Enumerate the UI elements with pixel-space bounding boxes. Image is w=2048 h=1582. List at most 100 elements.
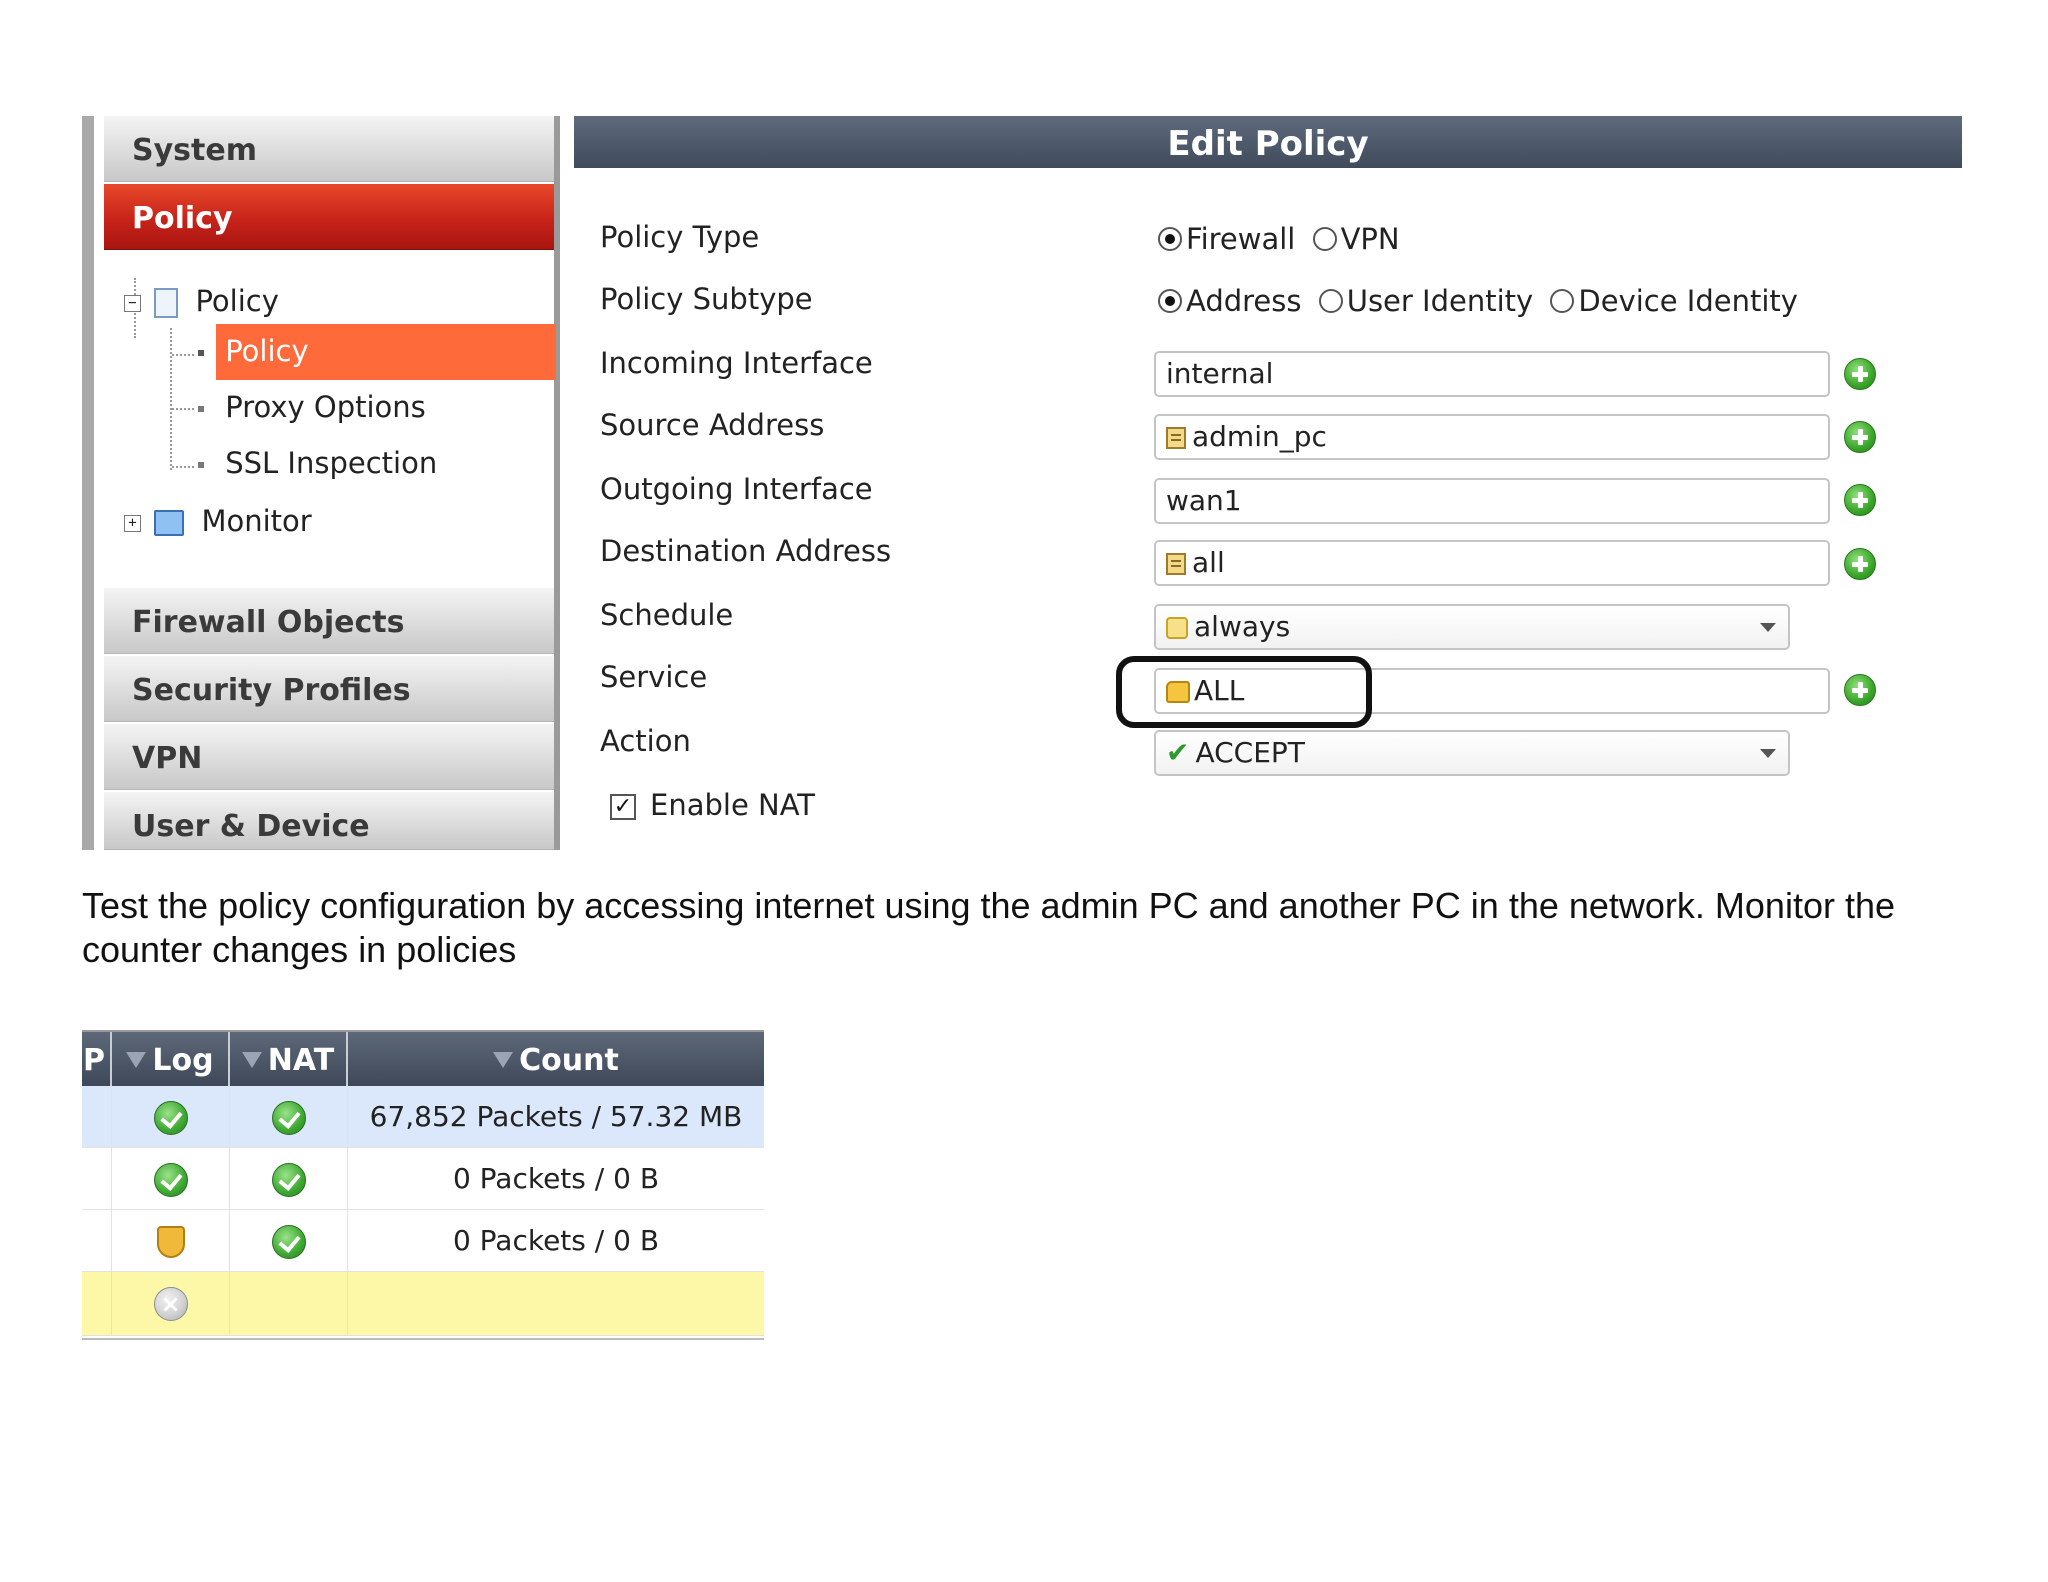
radio-vpn[interactable] bbox=[1312, 227, 1337, 251]
chevron-down-icon bbox=[1760, 623, 1776, 632]
radio-label: User Identity bbox=[1346, 284, 1534, 318]
tree-item-label: Monitor bbox=[201, 504, 312, 538]
policy-type-label: Policy Type bbox=[600, 220, 760, 254]
add-incoming-interface-button[interactable] bbox=[1844, 358, 1876, 390]
cell-nat bbox=[230, 1148, 348, 1210]
column-label: Count bbox=[519, 1043, 619, 1078]
annotation-highlight-circle bbox=[1116, 656, 1372, 728]
cell-p bbox=[82, 1086, 112, 1148]
cell-log bbox=[112, 1148, 230, 1210]
radio-label: Firewall bbox=[1186, 222, 1296, 256]
radio-firewall[interactable] bbox=[1158, 227, 1182, 251]
instruction-text: Test the policy configuration by accessi… bbox=[82, 885, 1896, 970]
radio-label: Device Identity bbox=[1578, 284, 1798, 318]
action-label: Action bbox=[600, 724, 691, 758]
field-value: admin_pc bbox=[1192, 420, 1327, 453]
cell-nat bbox=[230, 1272, 348, 1336]
enabled-check-icon bbox=[153, 1101, 188, 1135]
service-label: Service bbox=[600, 660, 708, 694]
filter-icon[interactable] bbox=[493, 1051, 514, 1068]
collapse-icon[interactable]: − bbox=[124, 294, 141, 312]
destination-address-label: Destination Address bbox=[600, 534, 892, 568]
source-address-field[interactable]: admin_pc bbox=[1154, 414, 1830, 460]
column-header-nat[interactable]: NAT bbox=[230, 1032, 348, 1086]
radio-address[interactable] bbox=[1158, 289, 1182, 313]
checkmark-icon: ✔ bbox=[1166, 736, 1190, 769]
enable-nat-checkbox[interactable]: ✓ bbox=[610, 794, 636, 820]
bullet-icon bbox=[198, 350, 204, 356]
column-label: Log bbox=[152, 1043, 214, 1078]
add-destination-address-button[interactable] bbox=[1844, 548, 1876, 580]
add-outgoing-interface-button[interactable] bbox=[1844, 484, 1876, 516]
tree-connector bbox=[170, 328, 172, 470]
field-value: wan1 bbox=[1166, 484, 1242, 517]
destination-address-field[interactable]: all bbox=[1154, 540, 1830, 586]
cell-nat bbox=[230, 1086, 348, 1148]
cell-p bbox=[82, 1272, 112, 1336]
column-header-count[interactable]: Count bbox=[348, 1032, 764, 1086]
tree-connector bbox=[172, 466, 194, 468]
filter-icon[interactable] bbox=[126, 1051, 147, 1068]
schedule-icon bbox=[1166, 617, 1188, 639]
incoming-interface-field[interactable]: internal bbox=[1154, 351, 1830, 397]
bullet-icon bbox=[198, 462, 204, 468]
cell-log bbox=[112, 1086, 230, 1148]
table-row[interactable]: 0 Packets / 0 B bbox=[82, 1148, 764, 1210]
cell-count: 67,852 Packets / 57.32 MB bbox=[369, 1100, 743, 1133]
policy-list-icon bbox=[154, 288, 179, 318]
bullet-icon bbox=[198, 406, 204, 412]
cell-count: 0 Packets / 0 B bbox=[452, 1224, 660, 1257]
cell-count bbox=[348, 1272, 764, 1336]
chevron-down-icon bbox=[1760, 749, 1776, 758]
cell-nat bbox=[230, 1210, 348, 1272]
outgoing-interface-field[interactable]: wan1 bbox=[1154, 478, 1830, 524]
tree-item-label: Policy bbox=[225, 334, 309, 368]
radio-label: VPN bbox=[1340, 222, 1400, 256]
enable-nat-label: Enable NAT bbox=[650, 788, 815, 822]
table-row[interactable]: 0 Packets / 0 B bbox=[82, 1210, 764, 1272]
policy-subtype-radio-group: Address User Identity Device Identity bbox=[1158, 282, 1806, 318]
policy-subtype-label: Policy Subtype bbox=[600, 282, 813, 316]
edit-policy-panel: Edit Policy Policy Type Firewall VPN Pol… bbox=[574, 116, 1962, 850]
field-value: internal bbox=[1166, 357, 1274, 390]
expand-icon[interactable]: + bbox=[124, 514, 141, 532]
incoming-interface-label: Incoming Interface bbox=[600, 346, 873, 380]
policy-type-radio-group: Firewall VPN bbox=[1158, 220, 1408, 256]
monitor-icon bbox=[154, 510, 185, 536]
field-value: all bbox=[1192, 546, 1225, 579]
add-service-button[interactable] bbox=[1844, 674, 1876, 706]
outgoing-interface-label: Outgoing Interface bbox=[600, 472, 873, 506]
table-row[interactable]: 67,852 Packets / 57.32 MB bbox=[82, 1086, 764, 1148]
filter-icon[interactable] bbox=[241, 1051, 262, 1068]
tree-item-label: SSL Inspection bbox=[225, 446, 438, 480]
tree-item-ssl-inspection[interactable]: SSL Inspection bbox=[198, 438, 437, 488]
tree-item-label: Proxy Options bbox=[225, 390, 426, 424]
radio-device-identity[interactable] bbox=[1550, 289, 1575, 313]
tree-item-proxy-options[interactable]: Proxy Options bbox=[198, 382, 426, 432]
table-row[interactable]: × bbox=[82, 1272, 764, 1336]
source-address-label: Source Address bbox=[600, 408, 825, 442]
schedule-select[interactable]: always bbox=[1154, 604, 1790, 650]
tree-item-policy[interactable]: Policy bbox=[198, 326, 309, 376]
enabled-check-icon bbox=[271, 1225, 306, 1259]
panel-title: Edit Policy bbox=[574, 116, 1962, 168]
tree-item-policy-group[interactable]: − Policy bbox=[124, 276, 279, 326]
add-source-address-button[interactable] bbox=[1844, 421, 1876, 453]
table-header: P Log NAT Count bbox=[82, 1030, 764, 1086]
nav-section-policy[interactable]: Policy bbox=[104, 184, 554, 250]
cell-log: × bbox=[112, 1272, 230, 1336]
enabled-check-icon bbox=[153, 1163, 188, 1197]
tree-item-monitor[interactable]: + Monitor bbox=[124, 496, 312, 546]
column-header-p[interactable]: P bbox=[82, 1032, 112, 1086]
shield-icon bbox=[156, 1226, 185, 1258]
action-select[interactable]: ✔ ACCEPT bbox=[1154, 730, 1790, 776]
nav-section-system[interactable]: System bbox=[104, 116, 554, 182]
field-value: always bbox=[1194, 610, 1291, 643]
cell-p bbox=[82, 1148, 112, 1210]
cell-p bbox=[82, 1210, 112, 1272]
address-icon bbox=[1166, 553, 1186, 575]
radio-user-identity[interactable] bbox=[1318, 289, 1343, 313]
tree-item-label: Policy bbox=[195, 284, 279, 318]
policy-counter-table: P Log NAT Count 67,852 Packets / 57.32 M… bbox=[82, 1030, 764, 1340]
column-header-log[interactable]: Log bbox=[112, 1032, 230, 1086]
